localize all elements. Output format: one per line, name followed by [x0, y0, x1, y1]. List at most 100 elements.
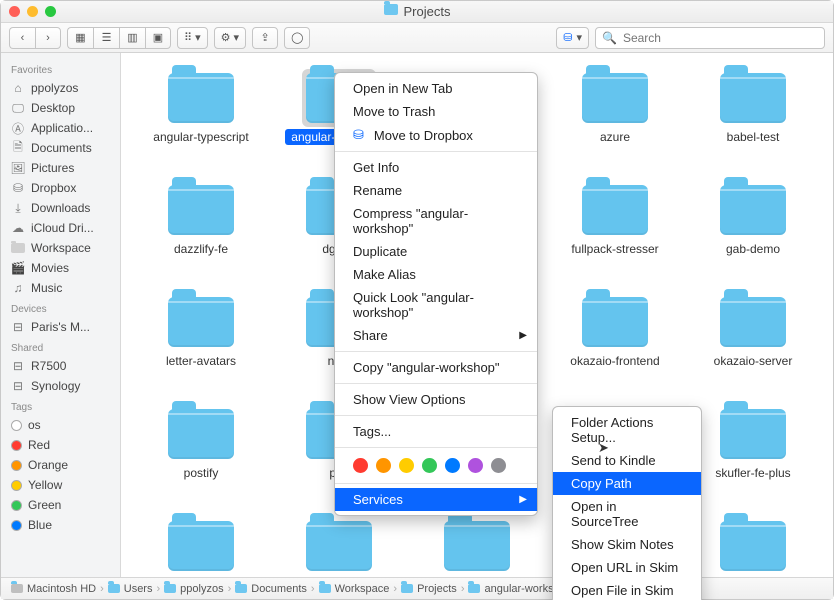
folder-item[interactable]: test2 [275, 521, 403, 579]
search-field[interactable]: 🔍 [595, 27, 825, 49]
icon-view-button[interactable]: ▦ [67, 27, 93, 49]
sidebar-item[interactable]: Yellow [1, 475, 120, 495]
menu-item[interactable]: Duplicate [335, 240, 537, 263]
submenu-item[interactable]: Open File in Skim [553, 579, 701, 600]
sidebar-item[interactable]: ♫Music [1, 278, 120, 298]
menu-item[interactable]: Rename [335, 179, 537, 202]
submenu-item[interactable]: Copy Path [553, 472, 701, 495]
menu-item[interactable]: Move to Trash [335, 100, 537, 123]
menu-item[interactable]: Get Info [335, 156, 537, 179]
path-segment[interactable]: Documents [235, 583, 307, 595]
tag-color-swatch[interactable] [468, 458, 483, 473]
menu-item[interactable]: Services▶ [335, 488, 537, 511]
path-segment[interactable]: ppolyzos [164, 583, 223, 595]
sidebar-item[interactable]: os [1, 415, 120, 435]
column-view-button[interactable]: ▥ [119, 27, 145, 49]
back-button[interactable]: ‹ [9, 27, 35, 49]
app-icon: Ⓐ [11, 122, 25, 134]
sidebar-item[interactable]: 🎬Movies [1, 258, 120, 278]
sidebar-item[interactable]: ⊟Paris's M... [1, 317, 120, 337]
folder-item[interactable]: angular-typescript [137, 73, 265, 145]
folder-item[interactable]: azure [551, 73, 679, 145]
folder-item[interactable]: dazzlify-fe [137, 185, 265, 257]
sidebar-item[interactable]: 🖼Pictures [1, 158, 120, 178]
menu-item[interactable]: Open in New Tab [335, 77, 537, 100]
sidebar-item[interactable]: Workspace [1, 238, 120, 258]
folder-item[interactable]: babel-test [689, 73, 817, 145]
submenu-item[interactable]: Send to Kindle [553, 449, 701, 472]
path-segment[interactable]: Projects [401, 583, 457, 595]
folder-item[interactable]: postify [137, 409, 265, 481]
folder-item[interactable]: fullpack-stresser [551, 185, 679, 257]
submenu-item[interactable]: Open URL in Skim [553, 556, 701, 579]
submenu-item[interactable]: Folder Actions Setup... [553, 411, 701, 449]
menu-item-label: Get Info [353, 160, 399, 175]
share-button[interactable]: ⇪ [252, 27, 278, 49]
sidebar-item-label: Downloads [31, 201, 90, 215]
menu-item[interactable]: ⛁Move to Dropbox [335, 123, 537, 147]
view-switcher: ▦ ☰ ▥ ▣ [67, 27, 171, 49]
menu-item[interactable]: Tags... [335, 420, 537, 443]
title-folder-icon [384, 4, 398, 15]
menu-item[interactable]: Copy "angular-workshop" [335, 356, 537, 379]
sidebar-item[interactable]: ⊟R7500 [1, 356, 120, 376]
sidebar-item[interactable]: ⊟Synology [1, 376, 120, 396]
folder-item[interactable]: test [137, 521, 265, 579]
dropbox-button[interactable]: ⛁ ▾ [556, 27, 589, 49]
menu-item-label: Move to Dropbox [374, 128, 473, 143]
sidebar-item[interactable]: Blue [1, 515, 120, 535]
sidebar-item[interactable]: 🖵Desktop [1, 98, 120, 118]
sidebar-item-label: Orange [28, 458, 68, 472]
sidebar-item[interactable]: ⤓Downloads [1, 198, 120, 218]
menu-item[interactable]: Quick Look "angular-workshop" [335, 286, 537, 324]
folder-item[interactable]: okazaio-frontend [551, 297, 679, 369]
folder-icon [168, 73, 234, 123]
window-controls [9, 6, 56, 17]
folder-item[interactable]: gab-demo [689, 185, 817, 257]
gallery-view-button[interactable]: ▣ [145, 27, 171, 49]
path-segment[interactable]: Macintosh HD [11, 583, 96, 595]
tag-color-swatch[interactable] [376, 458, 391, 473]
search-input[interactable] [623, 31, 818, 45]
close-button[interactable] [9, 6, 20, 17]
cursor-icon: ➤ [598, 440, 609, 456]
submenu-item[interactable]: Show Skim Notes [553, 533, 701, 556]
sidebar-item[interactable]: ⛁Dropbox [1, 178, 120, 198]
sidebar-item[interactable]: ⒶApplicatio... [1, 118, 120, 138]
folder-item[interactable]: okazaio-server [689, 297, 817, 369]
pic-icon: 🖼 [11, 162, 25, 174]
sidebar-item[interactable]: Green [1, 495, 120, 515]
tag-color-swatch[interactable] [399, 458, 414, 473]
folder-item[interactable]: skufler-fe-plus [689, 409, 817, 481]
submenu-item[interactable]: Open in SourceTree [553, 495, 701, 533]
tag-color-swatch[interactable] [491, 458, 506, 473]
path-segment[interactable]: Users [108, 583, 153, 595]
folder-icon [168, 185, 234, 235]
folder-item[interactable]: webpack [689, 521, 817, 579]
menu-item[interactable]: Share▶ [335, 324, 537, 347]
zoom-button[interactable] [45, 6, 56, 17]
sidebar-item[interactable]: ⌂ppolyzos [1, 78, 120, 98]
list-view-button[interactable]: ☰ [93, 27, 119, 49]
forward-button[interactable]: › [35, 27, 61, 49]
tag-dot-icon [11, 460, 22, 471]
path-segment[interactable]: Workspace [319, 583, 390, 595]
arrange-button[interactable]: ⠿ ▾ [177, 27, 208, 49]
menu-item[interactable]: Make Alias [335, 263, 537, 286]
tag-color-swatch[interactable] [422, 458, 437, 473]
folder-item[interactable]: typeshot-fe [413, 521, 541, 579]
movie-icon: 🎬 [11, 262, 25, 274]
tags-button[interactable]: ◯ [284, 27, 310, 49]
sidebar-item[interactable]: ☁iCloud Dri... [1, 218, 120, 238]
sidebar-item[interactable]: 🗎Documents [1, 138, 120, 158]
sidebar-item[interactable]: Orange [1, 455, 120, 475]
folder-item[interactable]: letter-avatars [137, 297, 265, 369]
sidebar-item[interactable]: Red [1, 435, 120, 455]
action-button[interactable]: ⚙ ▾ [214, 27, 246, 49]
folder-icon [444, 521, 510, 571]
menu-item[interactable]: Compress "angular-workshop" [335, 202, 537, 240]
tag-color-swatch[interactable] [445, 458, 460, 473]
tag-color-swatch[interactable] [353, 458, 368, 473]
minimize-button[interactable] [27, 6, 38, 17]
menu-item[interactable]: Show View Options [335, 388, 537, 411]
